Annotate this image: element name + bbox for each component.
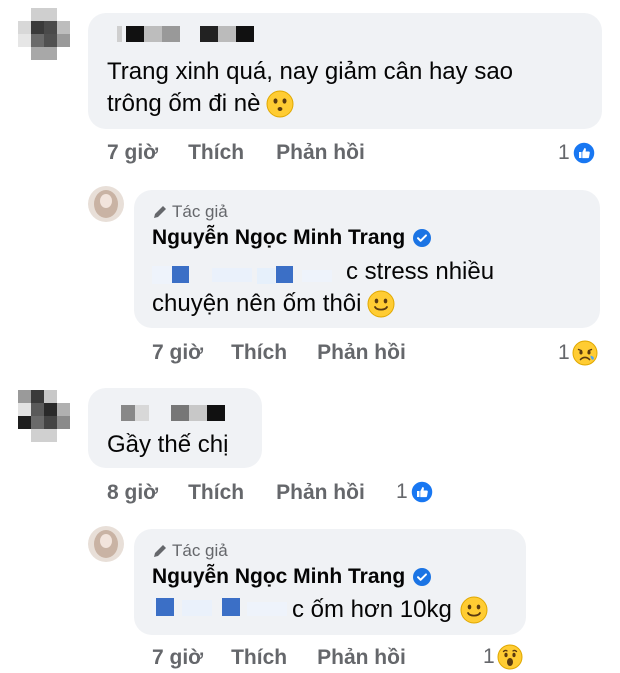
comment-text-line: Trang xinh quá, nay giảm cân hay sao bbox=[107, 58, 514, 85]
reaction-summary[interactable]: 1 bbox=[558, 141, 596, 165]
reply-link[interactable]: Phản hồi bbox=[317, 341, 406, 365]
author-name[interactable]: Nguyễn Ngọc Minh Trang bbox=[152, 226, 432, 250]
author-name-text[interactable]: Nguyễn Ngọc Minh Trang bbox=[152, 565, 405, 589]
redacted-text bbox=[152, 262, 342, 286]
like-link[interactable]: Thích bbox=[188, 481, 244, 505]
author-badge: Tác giả bbox=[152, 541, 228, 561]
pencil-icon bbox=[154, 206, 166, 218]
pencil-icon bbox=[154, 545, 166, 557]
reply-text: c ốm hơn 10kg bbox=[292, 594, 488, 626]
comment-text: Trang xinh quá, nay giảm cân hay sao bbox=[107, 56, 513, 88]
commenter-name-blurred[interactable] bbox=[117, 26, 254, 42]
commenter-avatar[interactable] bbox=[18, 390, 70, 442]
comment-text-second-line: trông ốm đi nè bbox=[107, 88, 294, 120]
reply-text: c stress nhiều bbox=[346, 256, 494, 288]
sad-icon bbox=[572, 340, 598, 366]
author-name[interactable]: Nguyễn Ngọc Minh Trang bbox=[152, 565, 432, 589]
reply-link[interactable]: Phản hồi bbox=[276, 481, 365, 505]
wow-icon bbox=[497, 644, 523, 670]
author-avatar[interactable] bbox=[88, 526, 124, 562]
reply-link[interactable]: Phản hồi bbox=[317, 646, 406, 670]
reaction-summary[interactable]: 1 bbox=[558, 340, 598, 366]
reply-timestamp[interactable]: 7 giờ bbox=[152, 646, 203, 670]
author-badge-label: Tác giả bbox=[172, 541, 228, 560]
author-avatar[interactable] bbox=[88, 186, 124, 222]
reply-link[interactable]: Phản hồi bbox=[276, 141, 365, 165]
like-link[interactable]: Thích bbox=[188, 141, 244, 165]
like-icon bbox=[409, 480, 434, 504]
reply-text-line: chuyện nên ốm thôi bbox=[152, 290, 362, 317]
reaction-summary[interactable]: 1 bbox=[483, 644, 523, 670]
reaction-count: 1 bbox=[558, 141, 570, 164]
reply-timestamp[interactable]: 7 giờ bbox=[152, 341, 203, 365]
author-badge: Tác giả bbox=[152, 202, 228, 222]
smiling-face-icon bbox=[460, 596, 488, 624]
verified-badge-icon bbox=[413, 568, 432, 586]
reply-text-second-line: chuyện nên ốm thôi bbox=[152, 288, 395, 320]
reply-text-line: c ốm hơn 10kg bbox=[292, 596, 452, 623]
commenter-name-blurred[interactable] bbox=[121, 405, 225, 421]
like-link[interactable]: Thích bbox=[231, 341, 287, 365]
reaction-count: 1 bbox=[558, 341, 570, 364]
reply-actions: 7 giờ Thích Phản hồi bbox=[152, 341, 406, 365]
comment-text: Gầy thế chị bbox=[107, 429, 228, 461]
comment-text-line: Gầy thế chị bbox=[107, 431, 229, 458]
comment-timestamp[interactable]: 8 giờ bbox=[107, 481, 158, 505]
like-icon bbox=[571, 141, 596, 165]
comment-timestamp[interactable]: 7 giờ bbox=[107, 141, 158, 165]
smiling-face-icon bbox=[367, 290, 395, 318]
author-name-text[interactable]: Nguyễn Ngọc Minh Trang bbox=[152, 226, 405, 250]
verified-badge-icon bbox=[413, 229, 432, 247]
reaction-summary[interactable]: 1 bbox=[396, 480, 434, 504]
commenter-avatar[interactable] bbox=[18, 8, 70, 60]
author-badge-label: Tác giả bbox=[172, 202, 228, 221]
reply-text-line: c stress nhiều bbox=[346, 258, 495, 285]
comment-text-line: trông ốm đi nè bbox=[107, 90, 261, 117]
hushed-face-icon bbox=[266, 90, 294, 118]
reaction-count: 1 bbox=[396, 480, 408, 503]
like-link[interactable]: Thích bbox=[231, 646, 287, 670]
comment-actions: 7 giờ Thích Phản hồi bbox=[107, 141, 365, 165]
redacted-text bbox=[152, 594, 292, 620]
comment-actions: 8 giờ Thích Phản hồi bbox=[107, 481, 365, 505]
reaction-count: 1 bbox=[483, 645, 495, 668]
reply-actions: 7 giờ Thích Phản hồi bbox=[152, 646, 406, 670]
